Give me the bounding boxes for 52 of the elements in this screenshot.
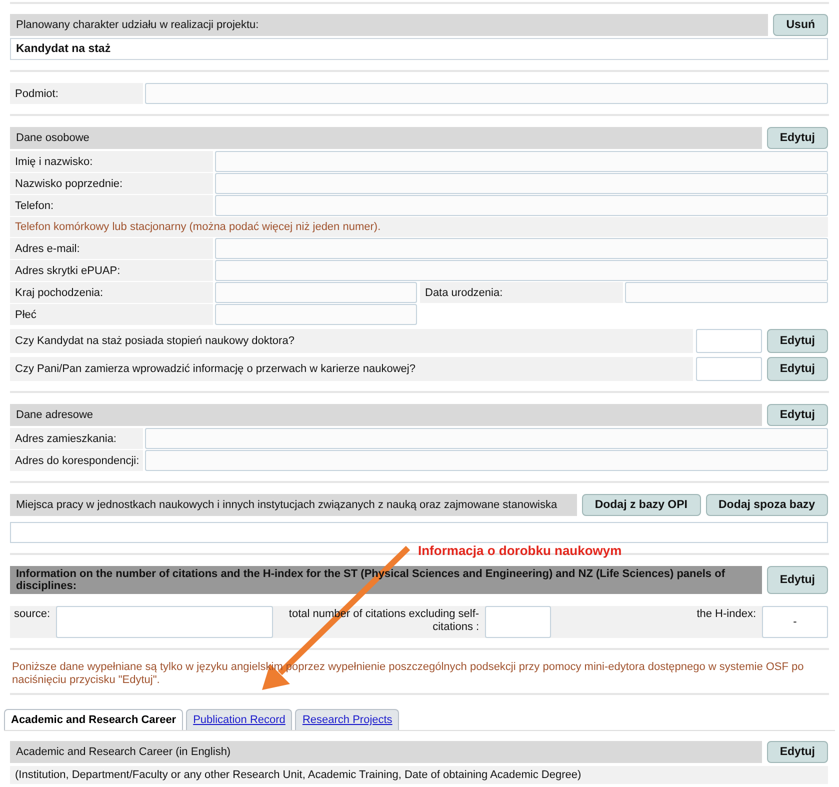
field-label: Nazwisko poprzednie: (10, 173, 213, 194)
edit-button[interactable]: Edytuj (766, 566, 828, 594)
section-header: Academic and Research Career (in English) (10, 741, 762, 763)
edit-button[interactable]: Edytuj (766, 329, 828, 353)
input-field[interactable] (215, 151, 828, 172)
input-field[interactable] (215, 304, 417, 325)
section-header: Planowany charakter udziału w realizacji projektu: (10, 14, 768, 36)
field-label: Data urodzenia: (420, 282, 623, 303)
delete-button[interactable]: Usuń (773, 14, 828, 36)
section-header: Dane adresowe (10, 404, 762, 426)
question-label: Czy Pani/Pan zamierza wprowadzić informację o przerwach w karierze naukowej? (10, 357, 693, 381)
input-field[interactable] (696, 329, 762, 353)
input-field[interactable] (145, 428, 828, 449)
hint-text: Telefon komórkowy lub stacjonarny (można podać więcej niż jeden numer). (10, 217, 828, 237)
field-label: Kraj pochodzenia: (10, 282, 213, 303)
field-label: Adres skrytki ePUAP: (10, 260, 213, 281)
field-label: Podmiot: (10, 83, 143, 104)
field-label: Adres do korespondencji: (10, 450, 143, 471)
field-label: Telefon: (10, 195, 213, 216)
edit-button[interactable]: Edytuj (766, 741, 828, 763)
tab[interactable]: Publication Record (186, 709, 292, 730)
field-label: Imię i nazwisko: (10, 151, 213, 172)
question-label: Czy Kandydat na staż posiada stopień naukowy doktora? (10, 329, 693, 353)
edit-button[interactable]: Edytuj (766, 357, 828, 381)
field-label: Adres zamieszkania: (10, 428, 143, 449)
input-field[interactable] (215, 195, 828, 216)
input-field[interactable] (215, 173, 828, 194)
input-field[interactable]: - (762, 606, 828, 638)
role-value: Kandydat na staż (10, 38, 828, 60)
input-field[interactable] (625, 282, 828, 303)
annotation-label: Informacja o dorobku naukowym (418, 543, 622, 558)
input-field[interactable] (215, 260, 828, 281)
add-button[interactable]: Dodaj z bazy OPI (582, 494, 700, 516)
input-field[interactable] (485, 606, 552, 638)
edit-button[interactable]: Edytuj (766, 127, 828, 149)
section-header: Dane osobowe (10, 127, 762, 149)
field-label: the H-index: (696, 607, 757, 622)
input-field[interactable] (215, 282, 417, 303)
tab[interactable]: Research Projects (295, 709, 400, 730)
field-label: source: (13, 607, 52, 622)
description-text: (Institution, Department/Faculty or any other Research Unit, Academic Training, Date of obtaining Academic Degree) (10, 766, 828, 784)
field-label: Płeć (10, 304, 213, 325)
add-button[interactable]: Dodaj spoza bazy (706, 494, 828, 516)
field-label: Adres e-mail: (10, 238, 213, 259)
section-header: Miejsca pracy w jednostkach naukowych i innych instytucjach związanych z nauką oraz zajmowane stanowiska (10, 494, 577, 516)
input-field[interactable] (145, 83, 828, 104)
input-field[interactable] (56, 606, 274, 638)
input-field[interactable] (696, 357, 762, 381)
input-field[interactable] (145, 450, 828, 471)
input-field[interactable] (215, 238, 828, 259)
tab[interactable]: Academic and Research Career (4, 709, 184, 730)
edit-button[interactable]: Edytuj (766, 404, 828, 426)
